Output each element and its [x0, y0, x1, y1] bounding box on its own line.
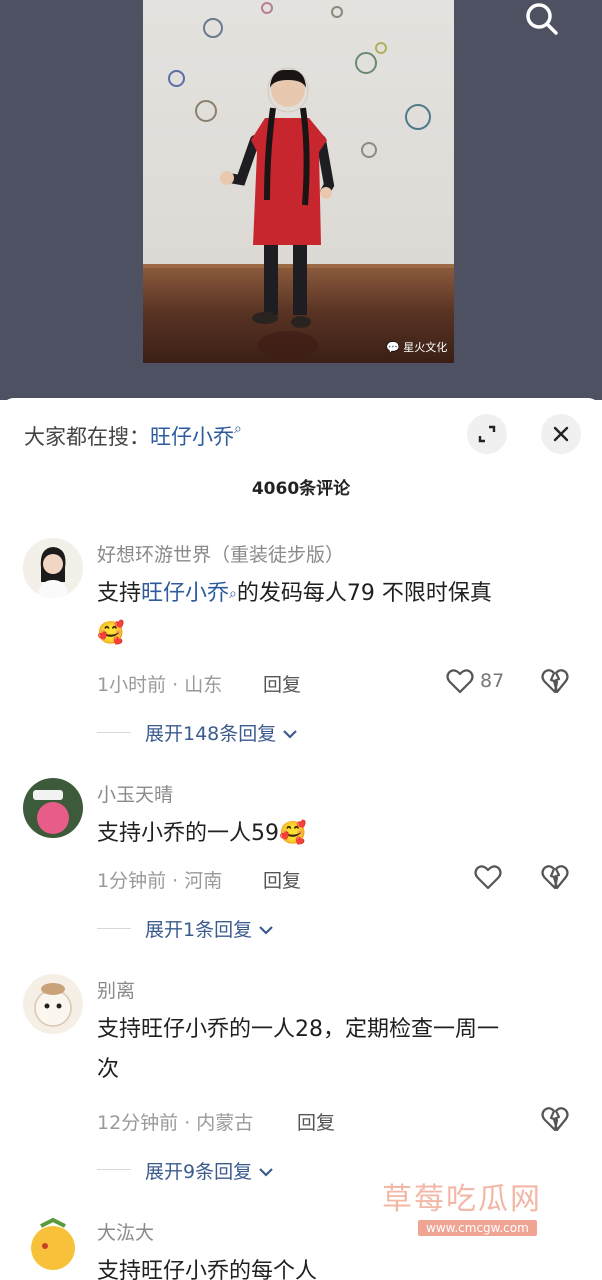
heart-icon: [474, 865, 502, 890]
comment-username[interactable]: 大汯大: [97, 1218, 154, 1245]
chevron-down-icon: [259, 926, 273, 935]
video-frame: 💬 星火文化: [143, 0, 454, 363]
expand-icon: [478, 425, 496, 443]
avatar-image: [23, 778, 83, 838]
expand-replies-button[interactable]: 展开9条回复: [145, 1157, 274, 1184]
heart-icon: [446, 669, 474, 694]
comment-meta: 12分钟前 · 内蒙古: [97, 1112, 254, 1134]
site-watermark: 草莓吃瓜网 www.cmcgw.com: [352, 1166, 602, 1280]
expand-replies-button[interactable]: 展开1条回复: [145, 915, 274, 942]
search-icon: [526, 3, 558, 35]
comment-username[interactable]: 好想环游世界（重装徒步版）: [97, 540, 344, 567]
comment-text: 支持小乔的一人59🥰: [97, 821, 307, 846]
reply-button[interactable]: 回复: [263, 670, 301, 697]
dislike-button[interactable]: [541, 668, 569, 698]
avatar[interactable]: [23, 778, 83, 838]
avatar[interactable]: [23, 974, 83, 1034]
site-watermark-url: www.cmcgw.com: [418, 1220, 537, 1236]
dislike-button[interactable]: [541, 864, 569, 894]
emoji-icon: 🥰: [97, 621, 125, 646]
expand-divider: [97, 1169, 131, 1170]
reply-button[interactable]: 回复: [297, 1108, 335, 1135]
video-watermark: 💬 星火文化: [386, 341, 448, 354]
broken-heart-icon: [541, 865, 569, 890]
like-button[interactable]: [474, 864, 502, 894]
avatar[interactable]: [23, 1216, 83, 1276]
performer-figure: [220, 67, 335, 359]
comment-text: 支持旺仔小乔的一人28，定期检查一周一 次: [97, 1017, 499, 1082]
expand-divider: [97, 732, 131, 733]
like-button[interactable]: [446, 668, 474, 698]
site-watermark-title: 草莓吃瓜网: [382, 1182, 542, 1217]
broken-heart-icon: [541, 1107, 569, 1132]
hot-search-bar[interactable]: 大家都在搜：旺仔小乔⌕: [24, 421, 242, 451]
comment-search-link[interactable]: 旺仔小乔: [141, 581, 229, 606]
comment-username[interactable]: 小玉天晴: [97, 780, 173, 807]
comment-username[interactable]: 别离: [97, 976, 135, 1003]
wechat-icon: 💬: [386, 341, 400, 354]
like-count: 87: [480, 670, 505, 692]
avatar[interactable]: [23, 538, 83, 598]
broken-heart-icon: [541, 669, 569, 694]
comment-count: 4060条评论: [251, 479, 351, 499]
search-icon: ⌕: [229, 586, 237, 602]
comment-text: 支持旺仔小乔⌕的发码每人79 不限时保真 🥰: [97, 581, 492, 646]
comment-meta: 1小时前 · 山东: [97, 674, 223, 696]
search-icon: ⌕: [234, 421, 242, 437]
reply-button[interactable]: 回复: [263, 866, 301, 893]
comment-sheet: 大家都在搜：旺仔小乔⌕ 4060条评论 好想环游世界（重装徒步版） 支持旺仔小乔…: [0, 398, 602, 1280]
avatar-image: [23, 1216, 83, 1276]
search-button[interactable]: [518, 0, 566, 40]
emoji-icon: 🥰: [279, 821, 307, 846]
chevron-down-icon: [259, 1168, 273, 1177]
avatar-image: [23, 538, 83, 598]
chevron-down-icon: [283, 730, 298, 739]
expand-divider: [97, 928, 131, 929]
expand-button[interactable]: [467, 414, 507, 454]
close-button[interactable]: [541, 414, 581, 454]
close-icon: [553, 426, 569, 442]
dislike-button[interactable]: [541, 1106, 569, 1136]
avatar-image: [23, 974, 83, 1034]
expand-replies-button[interactable]: 展开148条回复: [145, 719, 298, 746]
comment-meta: 1分钟前 · 河南: [97, 870, 223, 892]
hot-search-term[interactable]: 旺仔小乔: [150, 425, 234, 449]
video-area[interactable]: 💬 星火文化: [0, 0, 602, 400]
hot-search-prefix: 大家都在搜：: [24, 425, 150, 449]
